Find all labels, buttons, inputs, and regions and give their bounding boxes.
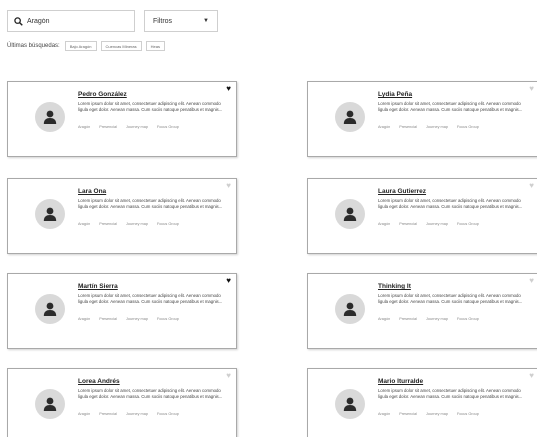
profile-tags: Aragón Presencial Journey map Focus Group: [78, 222, 188, 226]
profile-name[interactable]: Laura Gutierrez: [378, 188, 426, 195]
profile-description: Lorem ipsum dolor sit amet, consectetuer…: [78, 198, 223, 209]
avatar: [335, 199, 365, 229]
profile-name[interactable]: Thinking It: [378, 283, 411, 290]
profile-description: Lorem ipsum dolor sit amet, consectetuer…: [378, 101, 523, 112]
profile-description: Lorem ipsum dolor sit amet, consectetuer…: [378, 293, 523, 304]
profile-description: Lorem ipsum dolor sit amet, consectetuer…: [78, 388, 223, 399]
heart-icon[interactable]: ♥: [226, 85, 231, 93]
tag: Focus Group: [456, 222, 479, 226]
profile-name[interactable]: Lydia Peña: [378, 91, 412, 98]
avatar: [335, 294, 365, 324]
profile-description: Lorem ipsum dolor sit amet, consectetuer…: [378, 198, 523, 209]
person-icon: [343, 302, 357, 316]
profile-tags: Aragón Presencial Journey map Focus Group: [378, 412, 488, 416]
profile-tags: Aragón Presencial Journey map Focus Group: [378, 317, 488, 321]
profile-card[interactable]: Laura Gutierrez Lorem ipsum dolor sit ame…: [307, 178, 537, 254]
tag: Focus Group: [456, 412, 479, 416]
tag: Aragón: [378, 222, 391, 226]
tag: Presencial: [399, 125, 417, 129]
profile-card[interactable]: Lydia Peña Lorem ipsum dolor sit amet, co…: [307, 81, 537, 157]
tag: Focus Group: [156, 222, 179, 226]
avatar: [35, 294, 65, 324]
search-input[interactable]: [27, 17, 127, 25]
tag: Presencial: [99, 412, 117, 416]
profile-card[interactable]: Thinking It Lorem ipsum dolor sit amet, c…: [307, 273, 537, 349]
person-icon: [43, 207, 57, 221]
recent-search-chip[interactable]: Cuencas Mineras: [100, 41, 142, 51]
avatar: [335, 102, 365, 132]
profile-name[interactable]: Martín Sierra: [78, 283, 118, 290]
profile-name[interactable]: Lara Ona: [78, 188, 106, 195]
tag: Journey map: [125, 317, 148, 321]
heart-icon[interactable]: ♥: [529, 277, 534, 285]
person-icon: [43, 110, 57, 124]
profile-card[interactable]: Martín Sierra Lorem ipsum dolor sit amet,…: [7, 273, 237, 349]
profile-tags: Aragón Presencial Journey map Focus Group: [78, 125, 188, 129]
heart-icon[interactable]: ♥: [226, 277, 231, 285]
tag: Journey map: [125, 222, 148, 226]
recent-searches-label: Últimas búsquedas:: [7, 43, 60, 49]
chevron-down-icon: ▼: [203, 18, 209, 24]
tag: Aragón: [378, 412, 391, 416]
person-icon: [343, 397, 357, 411]
tag: Presencial: [399, 412, 417, 416]
tag: Journey map: [425, 317, 448, 321]
person-icon: [43, 302, 57, 316]
tag: Focus Group: [156, 412, 179, 416]
tag: Presencial: [399, 317, 417, 321]
filters-dropdown[interactable]: Filtros ▼: [144, 10, 218, 32]
profile-description: Lorem ipsum dolor sit amet, consectetuer…: [378, 388, 523, 399]
person-icon: [343, 110, 357, 124]
profile-tags: Aragón Presencial Journey map Focus Group: [378, 125, 488, 129]
profile-card[interactable]: Lara Ona Lorem ipsum dolor sit amet, cons…: [7, 178, 237, 254]
filters-label: Filtros: [153, 17, 173, 25]
tag: Focus Group: [156, 317, 179, 321]
tag: Journey map: [125, 412, 148, 416]
tag: Journey map: [125, 125, 148, 129]
tag: Presencial: [99, 125, 117, 129]
tag: Focus Group: [456, 317, 479, 321]
tag: Journey map: [425, 222, 448, 226]
person-icon: [43, 397, 57, 411]
profile-description: Lorem ipsum dolor sit amet, consectetuer…: [78, 101, 223, 112]
tag: Presencial: [99, 317, 117, 321]
avatar: [35, 102, 65, 132]
search-box[interactable]: [7, 10, 135, 32]
profile-card[interactable]: Lorea Andrés Lorem ipsum dolor sit amet, …: [7, 368, 237, 437]
recent-search-chip[interactable]: Heas: [145, 41, 165, 51]
profile-tags: Aragón Presencial Journey map Focus Group: [78, 317, 188, 321]
profile-description: Lorem ipsum dolor sit amet, consectetuer…: [78, 293, 223, 304]
profile-tags: Aragón Presencial Journey map Focus Group: [78, 412, 188, 416]
tag: Focus Group: [456, 125, 479, 129]
tag: Aragón: [78, 125, 91, 129]
tag: Aragón: [78, 412, 91, 416]
avatar: [335, 389, 365, 419]
heart-icon[interactable]: ♥: [529, 182, 534, 190]
tag: Journey map: [425, 125, 448, 129]
recent-search-chip[interactable]: Bajo Aragón: [64, 41, 97, 51]
search-icon: [14, 16, 23, 26]
tag: Aragón: [378, 125, 391, 129]
profile-card[interactable]: Mario Iturralde Lorem ipsum dolor sit ame…: [307, 368, 537, 437]
tag: Focus Group: [156, 125, 179, 129]
tag: Presencial: [399, 222, 417, 226]
heart-icon[interactable]: ♥: [529, 372, 534, 380]
tag: Presencial: [99, 222, 117, 226]
tag: Aragón: [78, 222, 91, 226]
profile-name[interactable]: Mario Iturralde: [378, 378, 423, 385]
tag: Journey map: [425, 412, 448, 416]
avatar: [35, 199, 65, 229]
profile-name[interactable]: Pedro González: [78, 91, 127, 98]
profile-tags: Aragón Presencial Journey map Focus Group: [378, 222, 488, 226]
heart-icon[interactable]: ♥: [529, 85, 534, 93]
person-icon: [343, 207, 357, 221]
profile-name[interactable]: Lorea Andrés: [78, 378, 120, 385]
tag: Aragón: [378, 317, 391, 321]
recent-searches: Últimas búsquedas: Bajo Aragón Cuencas M…: [7, 41, 169, 51]
tag: Aragón: [78, 317, 91, 321]
heart-icon[interactable]: ♥: [226, 182, 231, 190]
profile-card[interactable]: Pedro González Lorem ipsum dolor sit amet…: [7, 81, 237, 157]
heart-icon[interactable]: ♥: [226, 372, 231, 380]
avatar: [35, 389, 65, 419]
